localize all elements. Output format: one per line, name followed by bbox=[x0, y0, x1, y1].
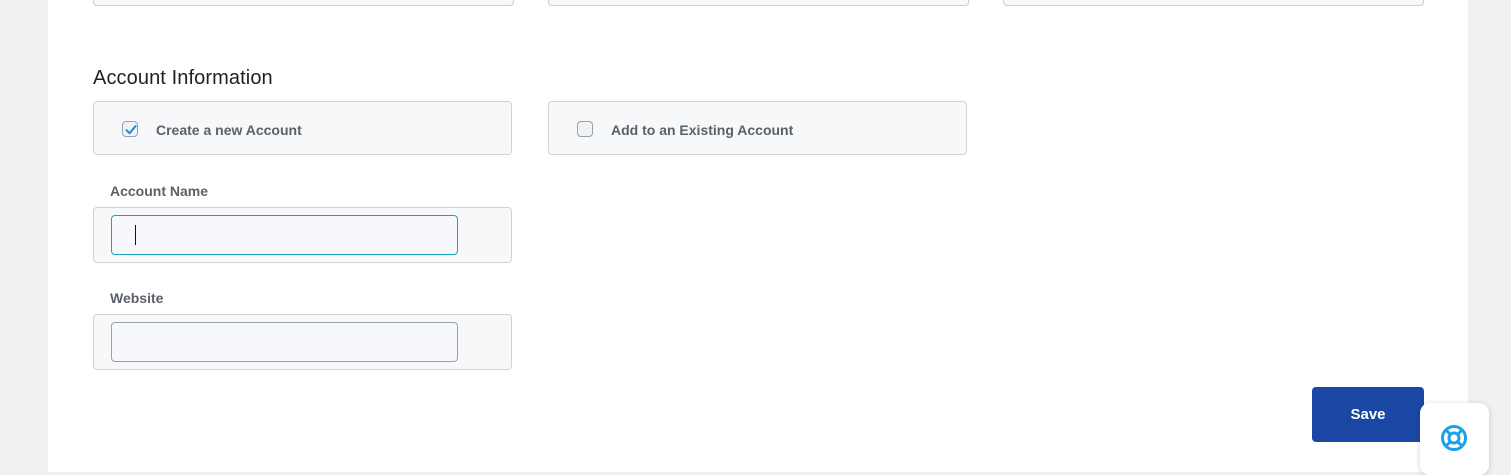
create-new-account-option[interactable]: Create a new Account bbox=[93, 101, 512, 155]
text-caret bbox=[135, 225, 136, 245]
top-field-3[interactable] bbox=[1003, 0, 1424, 6]
form-page: Account Information Create a new Account… bbox=[48, 0, 1468, 472]
save-button[interactable]: Save bbox=[1312, 387, 1424, 442]
checkmark-icon bbox=[125, 125, 137, 135]
create-new-account-checkbox[interactable] bbox=[122, 121, 138, 137]
website-label: Website bbox=[110, 290, 164, 306]
account-name-group bbox=[93, 207, 512, 263]
top-field-1[interactable] bbox=[93, 0, 514, 6]
help-widget-button[interactable] bbox=[1420, 403, 1489, 475]
add-existing-account-label: Add to an Existing Account bbox=[611, 122, 794, 138]
section-title: Account Information bbox=[93, 67, 273, 89]
top-field-2[interactable] bbox=[548, 0, 969, 6]
website-group bbox=[93, 314, 512, 370]
add-existing-account-option[interactable]: Add to an Existing Account bbox=[548, 101, 967, 155]
account-name-input[interactable] bbox=[111, 215, 458, 255]
account-name-label: Account Name bbox=[110, 183, 209, 199]
lifebuoy-icon bbox=[1441, 425, 1467, 451]
add-existing-account-checkbox[interactable] bbox=[577, 121, 593, 137]
website-input[interactable] bbox=[111, 322, 458, 362]
create-new-account-label: Create a new Account bbox=[156, 122, 302, 138]
